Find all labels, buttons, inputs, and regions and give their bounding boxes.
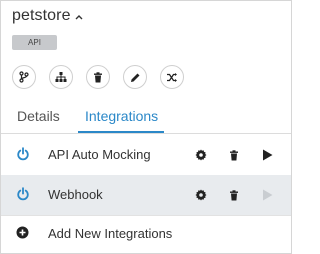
tabs-divider bbox=[1, 133, 291, 134]
tab-details[interactable]: Details bbox=[17, 108, 60, 124]
power-icon[interactable] bbox=[16, 147, 30, 166]
integration-name: Webhook bbox=[48, 187, 103, 202]
play-icon[interactable] bbox=[262, 148, 273, 166]
title-row[interactable]: petstore bbox=[12, 7, 83, 25]
play-icon-disabled bbox=[262, 188, 273, 206]
structure-button[interactable] bbox=[49, 65, 73, 89]
trash-icon[interactable] bbox=[229, 148, 239, 166]
power-icon[interactable] bbox=[16, 187, 30, 206]
caret-up-icon[interactable] bbox=[75, 14, 83, 20]
add-integration-button[interactable]: Add New Integrations bbox=[1, 215, 291, 253]
integration-row-webhook[interactable]: Webhook bbox=[1, 175, 291, 215]
tab-bar: Details Integrations bbox=[1, 103, 291, 133]
pencil-icon bbox=[130, 73, 139, 82]
edit-api-button[interactable] bbox=[123, 65, 147, 89]
tab-integrations[interactable]: Integrations bbox=[85, 108, 158, 124]
delete-api-button[interactable] bbox=[86, 65, 110, 89]
git-branch-icon bbox=[19, 71, 29, 83]
api-panel: petstore API Details Integrations API Au… bbox=[0, 0, 292, 254]
api-badge: API bbox=[12, 35, 57, 50]
action-toolbar bbox=[12, 65, 184, 89]
branch-button[interactable] bbox=[12, 65, 36, 89]
shuffle-button[interactable] bbox=[160, 65, 184, 89]
gear-icon[interactable] bbox=[195, 148, 207, 166]
integration-row-api-auto-mocking[interactable]: API Auto Mocking bbox=[1, 135, 291, 175]
integration-name: API Auto Mocking bbox=[48, 147, 151, 162]
gear-icon[interactable] bbox=[195, 188, 207, 206]
api-title[interactable]: petstore bbox=[12, 7, 71, 25]
add-integration-label: Add New Integrations bbox=[48, 226, 173, 241]
sitemap-icon bbox=[55, 72, 67, 82]
trash-icon[interactable] bbox=[229, 188, 239, 206]
plus-circle-icon bbox=[16, 226, 29, 244]
shuffle-icon bbox=[167, 72, 177, 82]
trash-icon bbox=[94, 71, 102, 82]
